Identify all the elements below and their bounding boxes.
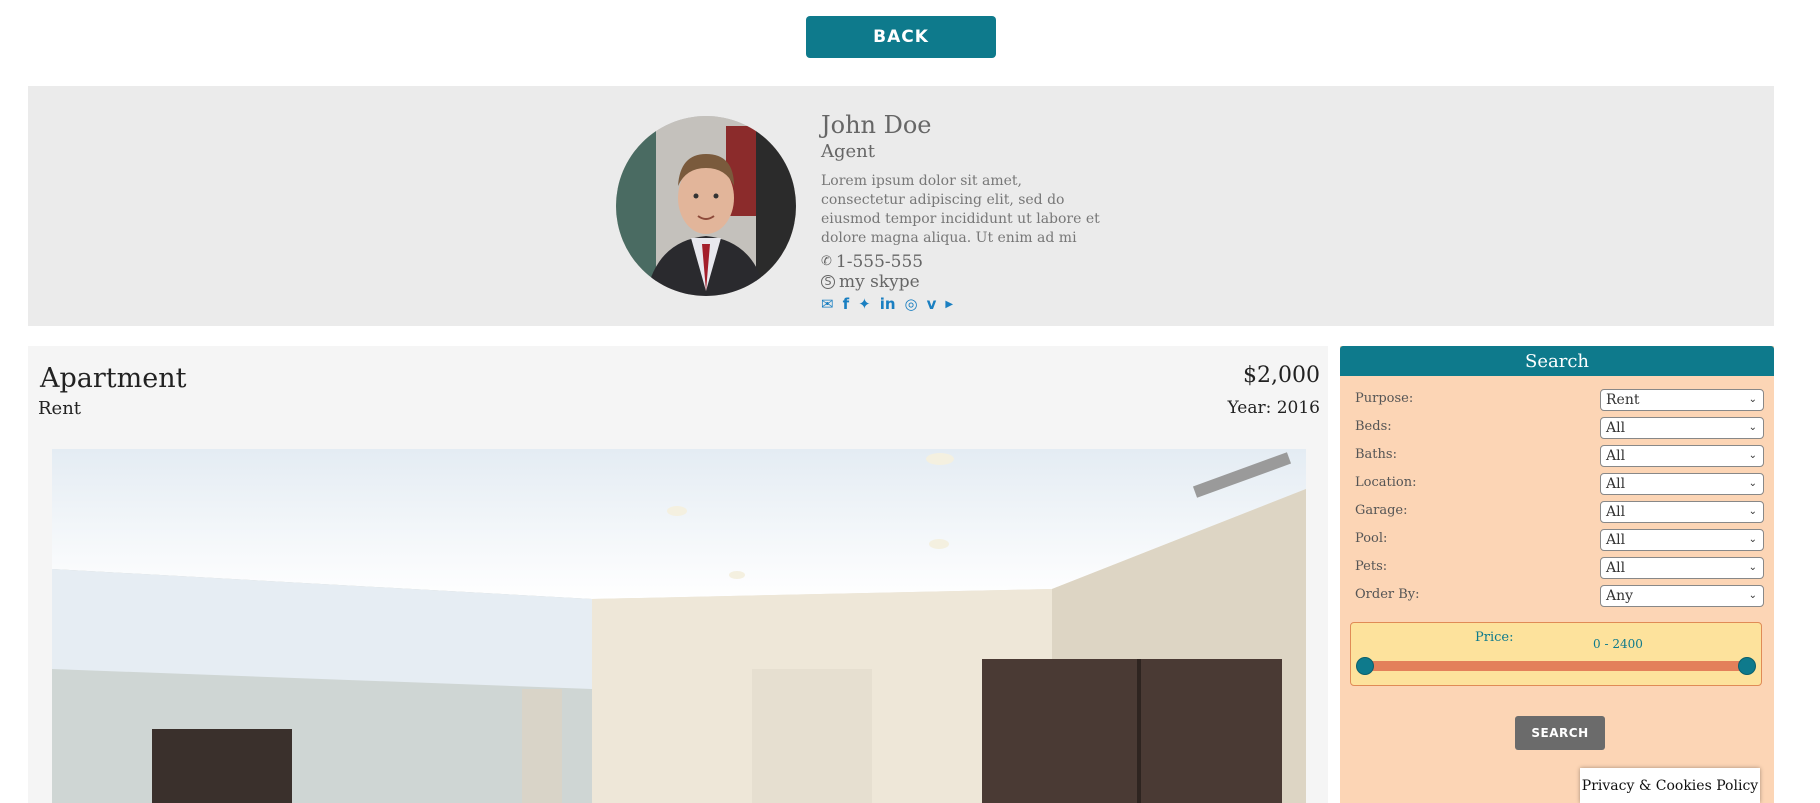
phone-icon: ✆ [821, 254, 832, 269]
beds-row: Beds: All ⌄ [1355, 416, 1765, 440]
facebook-icon[interactable]: f [843, 295, 850, 313]
pool-select[interactable]: All ⌄ [1600, 529, 1764, 551]
price-filter: Price: 0 - 2400 [1350, 622, 1762, 686]
baths-row: Baths: All ⌄ [1355, 444, 1765, 468]
purpose-label: Purpose: [1355, 391, 1414, 406]
location-row: Location: All ⌄ [1355, 472, 1765, 496]
price-slider-min-handle[interactable] [1356, 657, 1374, 675]
listing-title: Apartment [40, 363, 187, 394]
search-title: Search [1340, 346, 1774, 376]
chevron-down-icon: ⌄ [1748, 506, 1757, 517]
beds-label: Beds: [1355, 419, 1392, 434]
garage-row: Garage: All ⌄ [1355, 500, 1765, 524]
agent-phone-row: ✆ 1-555-555 [821, 252, 1111, 272]
listing-purpose: Rent [38, 398, 82, 419]
chevron-down-icon: ⌄ [1748, 478, 1757, 489]
price-slider-max-handle[interactable] [1738, 657, 1756, 675]
garage-select[interactable]: All ⌄ [1600, 501, 1764, 523]
skype-icon: S [821, 275, 835, 289]
pool-label: Pool: [1355, 531, 1388, 546]
agent-avatar [616, 116, 796, 296]
baths-label: Baths: [1355, 447, 1397, 462]
back-button[interactable]: BACK [806, 16, 996, 58]
agent-bio: Lorem ipsum dolor sit amet, consectetur … [821, 173, 1100, 246]
twitter-icon[interactable]: ✦ [858, 295, 871, 313]
price-slider-track[interactable] [1365, 661, 1747, 671]
location-select[interactable]: All ⌄ [1600, 473, 1764, 495]
agent-name: John Doe [821, 111, 932, 139]
social-links: ✉ f ✦ in ◎ v ▶ [821, 295, 1111, 313]
agent-phone: 1-555-555 [835, 252, 924, 272]
listing-price: $2,000 [1243, 363, 1320, 388]
agent-skype: my skype [839, 272, 920, 292]
location-label: Location: [1355, 475, 1417, 490]
chevron-down-icon: ⌄ [1748, 534, 1757, 545]
instagram-icon[interactable]: ◎ [905, 295, 918, 313]
order-by-select[interactable]: Any ⌄ [1600, 585, 1764, 607]
chevron-down-icon: ⌄ [1748, 590, 1757, 601]
garage-label: Garage: [1355, 503, 1408, 518]
beds-select[interactable]: All ⌄ [1600, 417, 1764, 439]
agent-role: Agent [821, 141, 875, 162]
order-by-row: Order By: Any ⌄ [1355, 584, 1765, 608]
linkedin-icon[interactable]: in [880, 295, 896, 313]
order-by-label: Order By: [1355, 587, 1420, 602]
search-panel: Search Purpose: Rent ⌄ Beds: All ⌄ Baths: … [1340, 346, 1774, 803]
pets-select[interactable]: All ⌄ [1600, 557, 1764, 579]
privacy-cookies-link[interactable]: Privacy & Cookies Policy [1580, 768, 1760, 803]
listing-photo[interactable] [52, 449, 1306, 803]
agent-skype-row: S my skype [821, 272, 1111, 292]
youtube-icon[interactable]: ▶ [945, 295, 953, 313]
price-label: Price: [1475, 630, 1514, 645]
purpose-row: Purpose: Rent ⌄ [1355, 388, 1765, 412]
listing-year: Year: 2016 [1227, 398, 1320, 418]
pets-row: Pets: All ⌄ [1355, 556, 1765, 580]
pets-label: Pets: [1355, 559, 1388, 574]
search-button[interactable]: SEARCH [1515, 716, 1605, 750]
chevron-down-icon: ⌄ [1748, 394, 1757, 405]
purpose-select[interactable]: Rent ⌄ [1600, 389, 1764, 411]
chevron-down-icon: ⌄ [1748, 422, 1757, 433]
envelope-icon[interactable]: ✉ [821, 295, 834, 313]
vimeo-icon[interactable]: v [927, 295, 937, 313]
chevron-down-icon: ⌄ [1748, 450, 1757, 461]
chevron-down-icon: ⌄ [1748, 562, 1757, 573]
baths-select[interactable]: All ⌄ [1600, 445, 1764, 467]
pool-row: Pool: All ⌄ [1355, 528, 1765, 552]
agent-info: John Doe Agent Lorem ipsum dolor sit ame… [821, 110, 1111, 313]
price-range-value: 0 - 2400 [1593, 637, 1643, 651]
